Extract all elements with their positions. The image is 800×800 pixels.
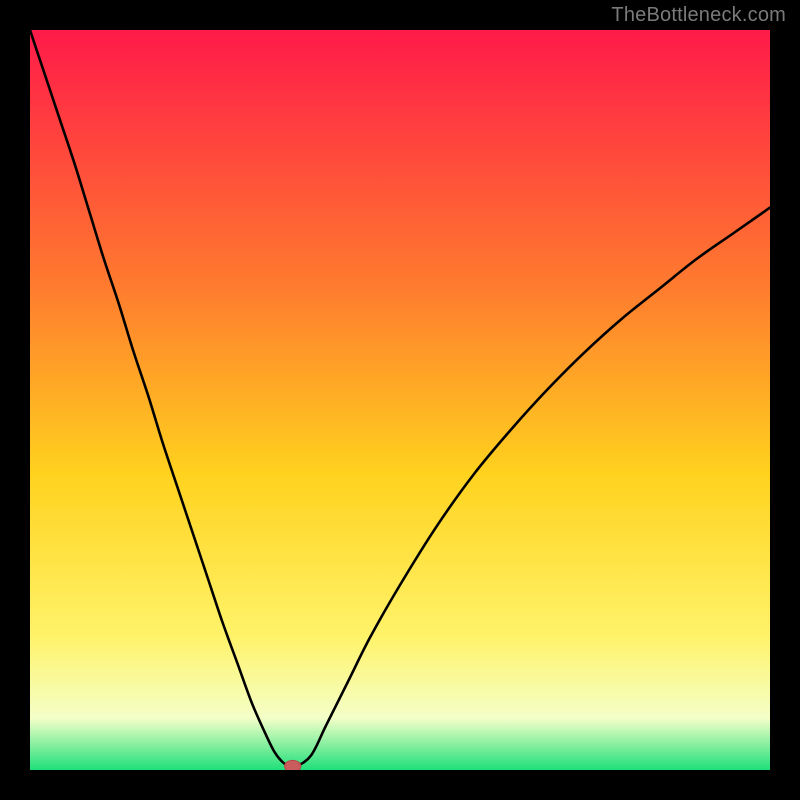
watermark-text: TheBottleneck.com <box>611 4 786 27</box>
chart-frame: TheBottleneck.com <box>0 0 800 800</box>
marker-dot <box>285 760 301 770</box>
gradient-background <box>30 30 770 770</box>
bottleneck-chart <box>30 30 770 770</box>
